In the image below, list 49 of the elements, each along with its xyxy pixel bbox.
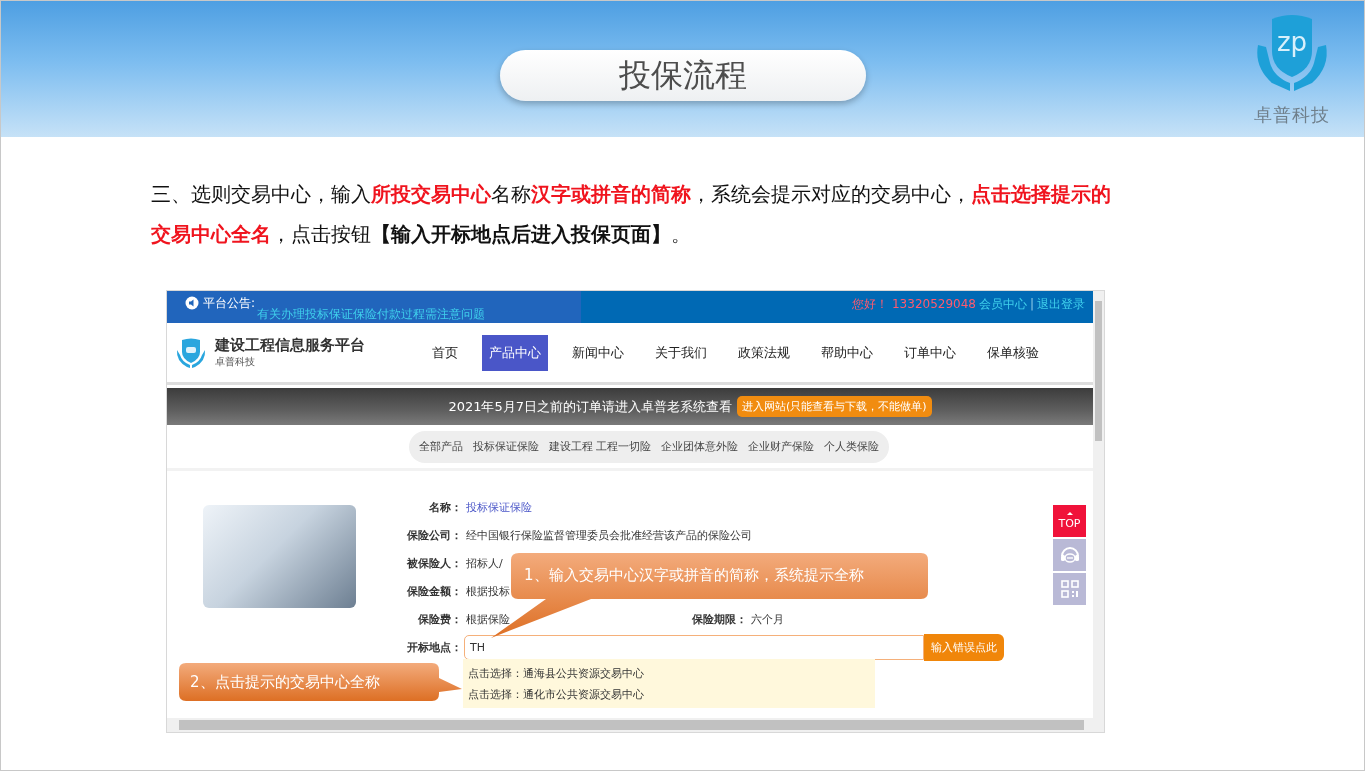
suggestion-item[interactable]: 点击选择：通海县公共资源交易中心 [463,665,875,681]
nav-item[interactable]: 首页 [425,334,465,371]
nav-item[interactable]: 订单中心 [897,334,963,371]
suggestion-item[interactable]: 点击选择：通化市公共资源交易中心 [463,686,875,702]
field-label: 名称： [428,499,462,515]
category-link[interactable]: 个人类保险 [824,439,880,454]
notice-label: 平台公告: [203,294,256,312]
site-subtitle: 卓普科技 [215,355,256,369]
slide-title: 投保流程 [499,50,866,101]
field-label: 保险金额： [406,583,462,599]
qr-code-icon [1059,579,1080,599]
field-value: 招标人/ [466,555,503,571]
category-link[interactable]: 企业财产保险 [748,439,815,454]
field-label: 保险期限： [692,611,747,627]
vertical-scrollbar[interactable] [1093,291,1104,718]
qr-code-button[interactable] [1053,573,1086,605]
category-link[interactable]: 建设工程 工程一切险 [548,439,652,454]
field-label: 保险公司： [406,527,462,543]
instruction-text: 三、选则交易中心，输入所投交易中心名称汉字或拼音的简称，系统会提示对应的交易中心，点击选择提示的交易中心全名，点击按钮【输入开标地点后进入投保页面】。 [151,181,1112,248]
field-value: 经中国银行保险监督管理委员会批准经营该产品的保险公司 [466,527,752,543]
field-label: 开标地点： [406,639,462,655]
logo-text: 卓普科技 [1254,103,1330,127]
horizontal-scrollbar[interactable] [167,718,1104,732]
separator-text: | [1029,297,1034,311]
category-link[interactable]: 全部产品 [418,439,463,454]
greeting-text: 您好！ 13320529048 [852,295,976,313]
field-value: 六个月 [751,611,784,627]
nav-item[interactable]: 保单核验 [980,334,1046,371]
field-value: 根据保险 [466,611,510,627]
field-label: 被保险人： [406,555,462,571]
callout-text: 1、输入交易中心汉字或拼音的简称，系统提示全称 [524,566,864,585]
headset-icon [1058,544,1081,566]
top-button[interactable]: TOP [1053,505,1086,537]
nav-item[interactable]: 新闻中心 [565,334,631,371]
product-link[interactable]: 投标保证保险 [466,499,532,515]
nav-item[interactable]: 政策法规 [731,334,797,371]
category-link[interactable]: 企业团体意外险 [661,439,739,454]
site-logo-icon [175,336,207,369]
category-link[interactable]: 投标保证保险 [472,439,539,454]
banner-text: 2021年5月7日之前的订单请进入卓普老系统查看 [448,397,732,416]
nav-item[interactable]: 关于我们 [648,334,714,371]
nav-item[interactable]: 帮助中心 [814,334,880,371]
nav-item[interactable]: 产品中心 [482,334,548,371]
callout-text: 2、点击提示的交易中心全称 [190,673,380,692]
field-label: 保险费： [417,611,462,627]
support-button[interactable] [1053,539,1086,571]
site-name: 建设工程信息服务平台 [215,336,365,355]
field-value: 根据投标 [466,583,510,599]
speaker-icon [185,296,199,310]
